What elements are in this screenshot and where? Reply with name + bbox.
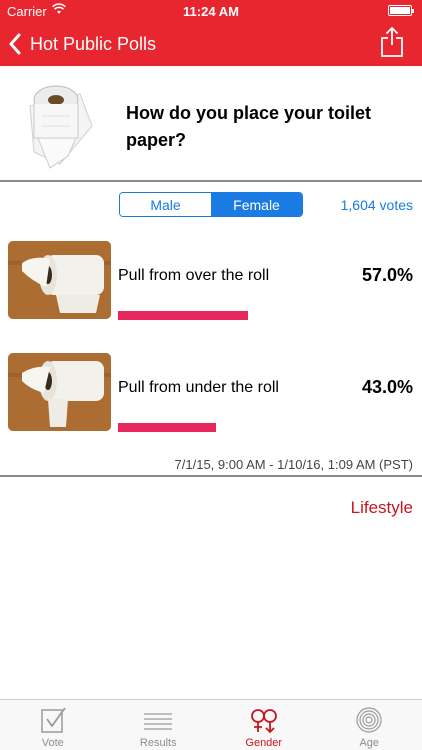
answer-result-bar	[118, 311, 248, 320]
section-divider	[0, 180, 422, 182]
navigation-bar: Carrier 11:24 AM Hot Public Polls	[0, 0, 422, 66]
category-link[interactable]: Lifestyle	[351, 498, 413, 518]
answer-result-bar	[118, 423, 216, 432]
answer-row: Pull from over the roll 57.0%	[0, 241, 422, 327]
chevron-left-icon	[9, 33, 21, 55]
status-bar: Carrier 11:24 AM	[0, 0, 422, 22]
tab-bar: Vote Results Gender Age	[0, 699, 422, 750]
results-list-icon	[144, 713, 173, 730]
tab-vote-label: Vote	[41, 737, 64, 749]
toilet-paper-under-image	[8, 353, 111, 431]
tab-age-label: Age	[359, 737, 380, 749]
poll-question-section: How do you place your toilet paper?	[0, 66, 422, 182]
battery-icon	[388, 5, 414, 16]
answer-percent: 43.0%	[361, 377, 413, 397]
vote-checkbox-icon	[41, 707, 66, 733]
back-label: Hot Public Polls	[30, 33, 157, 54]
tab-gender[interactable]: Gender	[211, 700, 317, 750]
status-time: 11:24 AM	[183, 4, 239, 19]
tab-results[interactable]: Results	[106, 700, 212, 750]
poll-results-screen: Carrier 11:24 AM Hot Public Polls How do…	[0, 0, 422, 750]
segment-female[interactable]: Female	[211, 193, 302, 216]
tab-vote[interactable]: Vote	[0, 700, 106, 750]
gender-segmented-control[interactable]: Male Female	[119, 192, 303, 217]
answer-row: Pull from under the roll 43.0%	[0, 353, 422, 439]
gender-icon	[250, 709, 277, 734]
section-divider	[0, 475, 422, 477]
toilet-paper-roll-image	[20, 76, 104, 174]
back-button[interactable]: Hot Public Polls	[8, 30, 156, 58]
tab-age[interactable]: Age	[317, 700, 422, 750]
toilet-paper-over-image	[8, 241, 111, 319]
answer-label: Pull from over the roll	[118, 267, 270, 284]
poll-question: How do you place your toilet paper?	[126, 103, 372, 150]
share-icon[interactable]	[380, 26, 404, 58]
tab-results-label: Results	[139, 737, 177, 749]
age-rings-icon	[356, 707, 382, 733]
vote-count: 1,604 votes	[340, 197, 413, 213]
tab-gender-label: Gender	[245, 737, 283, 749]
poll-date-range: 7/1/15, 9:00 AM - 1/10/16, 1:09 AM (PST)	[174, 457, 413, 472]
segment-male[interactable]: Male	[120, 193, 211, 216]
answer-percent: 57.0%	[361, 265, 413, 285]
answer-label: Pull from under the roll	[118, 379, 279, 396]
